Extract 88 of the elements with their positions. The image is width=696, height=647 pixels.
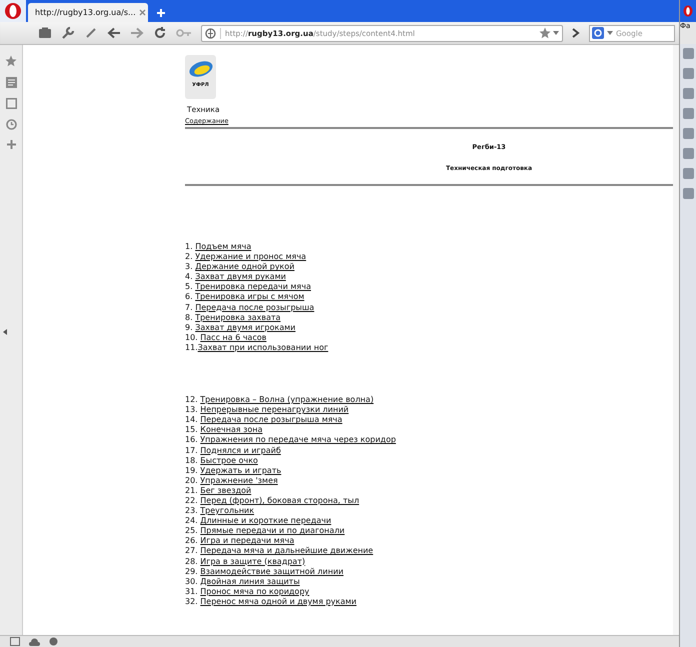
browser-tab[interactable]: http://rugby13.org.ua/s... — [28, 3, 148, 22]
star-icon[interactable] — [5, 55, 17, 67]
item-number: 5. — [185, 282, 194, 292]
item-number: 28. — [185, 556, 199, 566]
item-number: 26. — [185, 536, 199, 546]
topic-link[interactable]: Перед (фронт), боковая сторона, тыл — [200, 496, 360, 505]
topic-link[interactable]: Захват двумя руками — [195, 272, 286, 282]
reload-icon[interactable] — [153, 26, 167, 40]
topic-link[interactable]: Поднялся и играйб — [200, 446, 281, 454]
topic-link[interactable]: Прямые передачи и по диагонали — [200, 526, 345, 536]
item-number: 6. — [185, 292, 194, 302]
item-number: 20. — [185, 476, 199, 485]
back-icon[interactable] — [107, 27, 121, 39]
item-number: 23. — [185, 506, 199, 516]
topic-link[interactable]: Тренировка передачи мяча — [195, 282, 311, 292]
topic-link[interactable]: Пасс на 6 часов — [200, 332, 266, 342]
item-number: 9. — [185, 322, 194, 332]
topic-link[interactable]: Тренировка захвата — [195, 312, 281, 322]
topic-link[interactable]: Держание одной рукой — [195, 262, 294, 272]
item-number: 4. — [185, 272, 194, 282]
item-number: 2. — [185, 252, 194, 262]
tab-title: http://rugby13.org.ua/s... — [35, 8, 136, 17]
opera-logo-icon[interactable] — [0, 0, 26, 22]
pen-icon[interactable] — [84, 26, 98, 40]
item-number: 15. — [185, 425, 199, 434]
clock-icon[interactable] — [6, 119, 16, 130]
topic-link[interactable]: Передача после розыгрыша мяча — [200, 415, 342, 424]
item-number: 25. — [185, 526, 199, 536]
collapse-icon[interactable] — [3, 329, 7, 335]
topic-link[interactable]: Тренировка – Волна (упражнение волна) — [200, 395, 374, 404]
item-number: 10. — [185, 332, 199, 342]
item-number: 14. — [185, 415, 199, 424]
topic-link[interactable]: Передача после розыгрыша — [195, 302, 314, 312]
topic-link[interactable]: Взаимодействие защитной линии — [200, 566, 344, 576]
topic-link[interactable]: Бег звездой — [200, 486, 252, 495]
topic-link[interactable]: Двойная линия защиты — [200, 576, 300, 586]
opera-logo-icon[interactable] — [683, 5, 693, 17]
star-icon[interactable] — [539, 27, 551, 39]
topic-link[interactable]: Игра в защите (квадрат) — [200, 556, 306, 566]
topic-link[interactable]: Длинные и короткие передачи — [200, 516, 332, 526]
item-number: 16. — [185, 435, 199, 444]
topic-link[interactable]: Удержание и пронос мяча — [195, 252, 306, 262]
item-number: 11. — [185, 342, 198, 352]
caret-icon[interactable] — [607, 31, 613, 35]
close-icon[interactable] — [138, 9, 146, 16]
topic-link[interactable]: Подъем мяча — [195, 242, 252, 251]
caret-icon[interactable] — [553, 31, 559, 35]
item-number: 30. — [185, 576, 199, 586]
topic-link[interactable]: Пронос мяча по коридору — [200, 586, 310, 596]
item-number: 17. — [185, 446, 199, 454]
item-number: 27. — [185, 546, 199, 556]
key-icon[interactable] — [176, 28, 192, 38]
topic-link[interactable]: Захват двумя игроками — [195, 322, 296, 332]
item-number: 19. — [185, 466, 199, 475]
item-number: 3. — [185, 262, 194, 272]
item-number: 1. — [185, 242, 194, 251]
wrench-icon[interactable] — [61, 26, 75, 40]
go-icon[interactable] — [572, 28, 580, 38]
topic-link[interactable]: Удержать и играть — [200, 466, 282, 475]
item-number: 8. — [185, 312, 194, 322]
add-icon[interactable] — [6, 140, 16, 149]
site-info-icon[interactable] — [205, 28, 221, 38]
forward-icon[interactable] — [130, 27, 144, 39]
topic-link[interactable]: Игра и передачи мяча — [200, 536, 294, 546]
cloud-icon[interactable] — [29, 638, 40, 646]
item-number: 24. — [185, 516, 199, 526]
item-number: 22. — [185, 496, 199, 505]
topic-link[interactable]: Передача мяча и дальнейшие движение — [200, 546, 374, 556]
topic-link[interactable]: Перенос мяча одной и двумя руками — [200, 596, 356, 606]
notes-icon[interactable] — [6, 77, 16, 88]
item-number: 29. — [185, 566, 199, 576]
topic-link[interactable]: Треугольник — [200, 506, 254, 516]
item-number: 18. — [185, 456, 199, 465]
topic-link[interactable]: Захват при использовании ног — [198, 342, 328, 352]
item-number: 12. — [185, 395, 199, 404]
topic-link[interactable]: Конечная зона — [200, 425, 262, 434]
search-engine-icon[interactable] — [592, 27, 604, 39]
item-number: 13. — [185, 405, 199, 414]
topic-link[interactable]: Тренировка игры с мячом — [195, 292, 304, 302]
topic-link[interactable]: Быстрое очко — [200, 456, 258, 465]
item-number: 7. — [185, 302, 194, 312]
topic-link[interactable]: Непрерывные перенагрузки линий — [200, 405, 349, 414]
ball-icon — [188, 59, 214, 79]
item-number: 21. — [185, 486, 199, 495]
topic-link[interactable]: Упражнение 'змея — [200, 476, 278, 485]
item-number: 31. — [185, 586, 199, 596]
topic-link[interactable]: Упражнения по передаче мяча через коридор — [200, 435, 396, 444]
item-number: 32. — [185, 596, 199, 606]
